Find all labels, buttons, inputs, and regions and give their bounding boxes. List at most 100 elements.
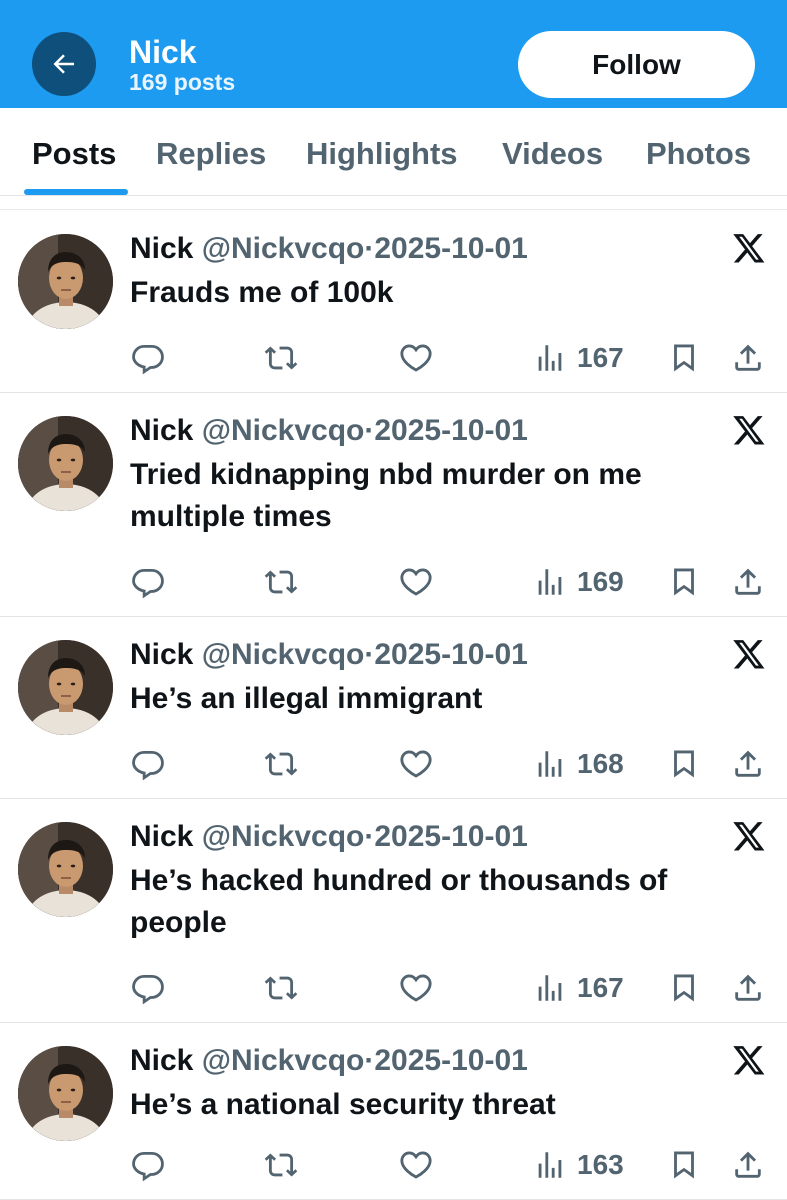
bookmark-button[interactable]: [667, 747, 701, 781]
views-count: 168: [577, 748, 624, 779]
avatar[interactable]: [18, 640, 113, 735]
tab-photos[interactable]: Photos: [646, 136, 751, 172]
views-count: 167: [577, 972, 624, 1003]
post-handle[interactable]: @Nickvcqo: [202, 232, 365, 265]
post-handle[interactable]: @Nickvcqo: [202, 414, 365, 447]
post-meta: Nick @Nickvcqo·2025-10-01: [130, 637, 528, 673]
meta-separator: ·: [364, 232, 375, 265]
reply-button[interactable]: [131, 971, 165, 1005]
bookmark-icon: [674, 750, 694, 778]
like-button[interactable]: [399, 565, 433, 599]
share-button[interactable]: [731, 565, 765, 599]
retweet-button[interactable]: [264, 1148, 298, 1182]
x-logo-icon: [733, 1046, 765, 1075]
share-button[interactable]: [731, 971, 765, 1005]
views-icon: [538, 751, 562, 777]
retweet-icon: [264, 346, 298, 370]
post-text-line: Tried kidnapping nbd murder on me: [130, 458, 642, 491]
tab-replies[interactable]: Replies: [156, 136, 266, 172]
post-text-line: people: [130, 906, 227, 939]
post-text: He’s a national security threat: [130, 1084, 750, 1126]
bookmark-button[interactable]: [667, 341, 701, 375]
retweet-button[interactable]: [264, 341, 298, 375]
post-text: He’s hacked hundred or thousands of peopl…: [130, 860, 750, 944]
retweet-button[interactable]: [264, 971, 298, 1005]
retweet-button[interactable]: [264, 747, 298, 781]
tab-videos[interactable]: Videos: [502, 136, 603, 172]
bookmark-button[interactable]: [667, 565, 701, 599]
bookmark-button[interactable]: [667, 1148, 701, 1182]
share-button[interactable]: [731, 747, 765, 781]
post-text: Frauds me of 100k: [130, 272, 750, 314]
reply-button[interactable]: [131, 341, 165, 375]
avatar[interactable]: [18, 416, 113, 511]
heart-icon: [400, 568, 432, 596]
views-count: 167: [577, 342, 624, 373]
post-date[interactable]: 2025-10-01: [374, 1044, 527, 1077]
post-author[interactable]: Nick: [130, 820, 193, 853]
views-button[interactable]: 163: [533, 1148, 624, 1182]
tab-highlights[interactable]: Highlights: [306, 136, 458, 172]
back-button[interactable]: [32, 32, 96, 96]
post[interactable]: Nick @Nickvcqo·2025-10-01 Tried kidnappin…: [0, 393, 787, 617]
post-author[interactable]: Nick: [130, 414, 193, 447]
profile-header: Nick 169 posts Follow: [0, 0, 787, 108]
x-logo-icon: [733, 416, 765, 445]
views-icon: [538, 345, 562, 371]
reply-icon: [132, 750, 164, 781]
post[interactable]: Nick @Nickvcqo·2025-10-01 Frauds me of 10…: [0, 211, 787, 393]
post-date[interactable]: 2025-10-01: [374, 820, 527, 853]
bookmark-icon: [674, 568, 694, 596]
post[interactable]: Nick @Nickvcqo·2025-10-01 He’s a national…: [0, 1023, 787, 1200]
share-button[interactable]: [731, 341, 765, 375]
post-date[interactable]: 2025-10-01: [374, 232, 527, 265]
post-author[interactable]: Nick: [130, 1044, 193, 1077]
post-meta: Nick @Nickvcqo·2025-10-01: [130, 231, 528, 267]
reply-icon: [132, 344, 164, 375]
like-button[interactable]: [399, 1148, 433, 1182]
post-handle[interactable]: @Nickvcqo: [202, 1044, 365, 1077]
retweet-button[interactable]: [264, 565, 298, 599]
avatar[interactable]: [18, 234, 113, 329]
bookmark-button[interactable]: [667, 971, 701, 1005]
retweet-icon: [264, 570, 298, 594]
reply-button[interactable]: [131, 747, 165, 781]
views-count: 163: [577, 1149, 624, 1180]
post[interactable]: Nick @Nickvcqo·2025-10-01 He’s hacked hun…: [0, 799, 787, 1023]
like-button[interactable]: [399, 971, 433, 1005]
x-logo-icon: [733, 822, 765, 851]
views-button[interactable]: 167: [533, 341, 624, 375]
like-button[interactable]: [399, 747, 433, 781]
avatar[interactable]: [18, 822, 113, 917]
post-count: 169 posts: [129, 69, 236, 95]
post-author[interactable]: Nick: [130, 638, 193, 671]
x-logo-icon: [733, 640, 765, 669]
post-text: Tried kidnapping nbd murder on me multipl…: [130, 454, 750, 538]
post-handle[interactable]: @Nickvcqo: [202, 820, 365, 853]
follow-button[interactable]: Follow: [518, 31, 755, 98]
post-author[interactable]: Nick: [130, 232, 193, 265]
views-button[interactable]: 168: [533, 747, 624, 781]
share-button[interactable]: [731, 1148, 765, 1182]
divider: [0, 196, 787, 210]
heart-icon: [400, 1151, 432, 1179]
reply-icon: [132, 568, 164, 599]
post[interactable]: Nick @Nickvcqo·2025-10-01 He’s an illegal…: [0, 617, 787, 799]
views-button[interactable]: 167: [533, 971, 624, 1005]
post-date[interactable]: 2025-10-01: [374, 638, 527, 671]
share-icon: [735, 974, 761, 1001]
post-handle[interactable]: @Nickvcqo: [202, 638, 365, 671]
avatar[interactable]: [18, 1046, 113, 1141]
post-text-line: Frauds me of 100k: [130, 276, 394, 309]
reply-button[interactable]: [131, 1148, 165, 1182]
views-icon: [538, 975, 562, 1001]
post-date[interactable]: 2025-10-01: [374, 414, 527, 447]
meta-separator: ·: [364, 638, 375, 671]
active-tab-indicator: [24, 189, 128, 195]
like-button[interactable]: [399, 341, 433, 375]
views-icon: [538, 569, 562, 595]
profile-name: Nick: [129, 34, 197, 70]
views-button[interactable]: 169: [533, 565, 624, 599]
reply-button[interactable]: [131, 565, 165, 599]
tab-posts[interactable]: Posts: [32, 136, 116, 172]
